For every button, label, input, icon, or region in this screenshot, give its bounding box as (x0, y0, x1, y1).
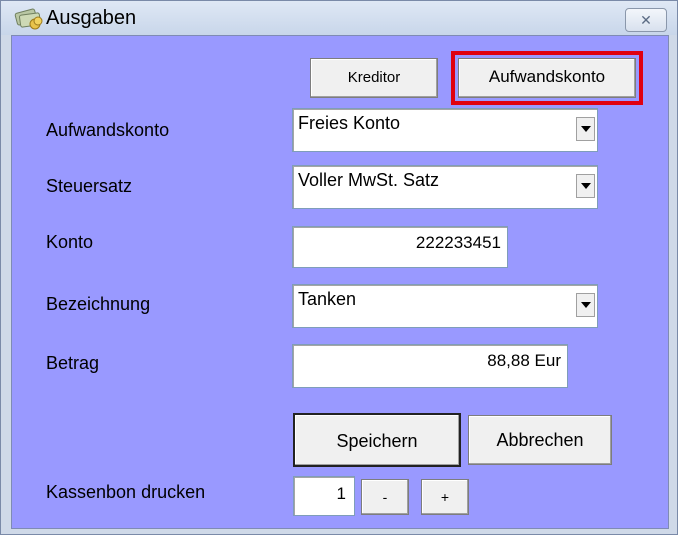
chevron-down-icon[interactable] (576, 293, 595, 317)
close-button[interactable]: ✕ (625, 8, 667, 32)
aufwandskonto-label: Aufwandskonto (488, 67, 606, 86)
steuersatz-field-label: Steuersatz (46, 176, 133, 196)
betrag-input[interactable]: 88,88 Eur (292, 344, 568, 388)
close-icon: ✕ (640, 12, 652, 28)
plus-label: + (440, 489, 450, 505)
window-title: Ausgaben (46, 7, 137, 29)
minus-label: - (382, 489, 388, 505)
cancel-button[interactable]: Abbrechen (468, 415, 612, 465)
konto-value: 222233451 (415, 233, 501, 252)
ausgaben-window: Ausgaben ✕ Kreditor Aufwandskonto Aufwan… (0, 0, 678, 535)
kreditor-button[interactable]: Kreditor (310, 58, 438, 98)
bezeichnung-value: Tanken (298, 289, 357, 309)
kreditor-label: Kreditor (347, 69, 401, 86)
form-area: Kreditor Aufwandskonto Aufwandskonto Fre… (11, 35, 669, 529)
chevron-down-icon[interactable] (576, 174, 595, 198)
konto-input[interactable]: 222233451 (292, 226, 508, 268)
save-button[interactable]: Speichern (293, 413, 461, 467)
aufwandskonto-button[interactable]: Aufwandskonto (451, 51, 643, 105)
title-bar[interactable]: Ausgaben ✕ (1, 1, 677, 35)
save-label: Speichern (336, 431, 418, 451)
steuersatz-value: Voller MwSt. Satz (298, 170, 440, 190)
bezeichnung-select[interactable]: Tanken (292, 284, 598, 328)
aufwandskonto-field-label: Aufwandskonto (46, 120, 170, 140)
print-count-input[interactable]: 1 (293, 476, 355, 516)
decrement-button[interactable]: - (361, 479, 409, 515)
cancel-label: Abbrechen (496, 430, 584, 450)
steuersatz-select[interactable]: Voller MwSt. Satz (292, 165, 598, 209)
aufwandskonto-select[interactable]: Freies Konto (292, 108, 598, 152)
betrag-field-label: Betrag (46, 353, 100, 373)
print-count-value: 1 (336, 484, 346, 503)
bezeichnung-field-label: Bezeichnung (46, 294, 151, 314)
chevron-down-icon[interactable] (576, 117, 595, 141)
print-receipt-label: Kassenbon drucken (46, 482, 206, 502)
betrag-value: 88,88 Eur (487, 351, 561, 370)
konto-field-label: Konto (46, 232, 94, 252)
increment-button[interactable]: + (421, 479, 469, 515)
aufwandskonto-value: Freies Konto (298, 113, 401, 133)
money-icon (13, 5, 43, 31)
